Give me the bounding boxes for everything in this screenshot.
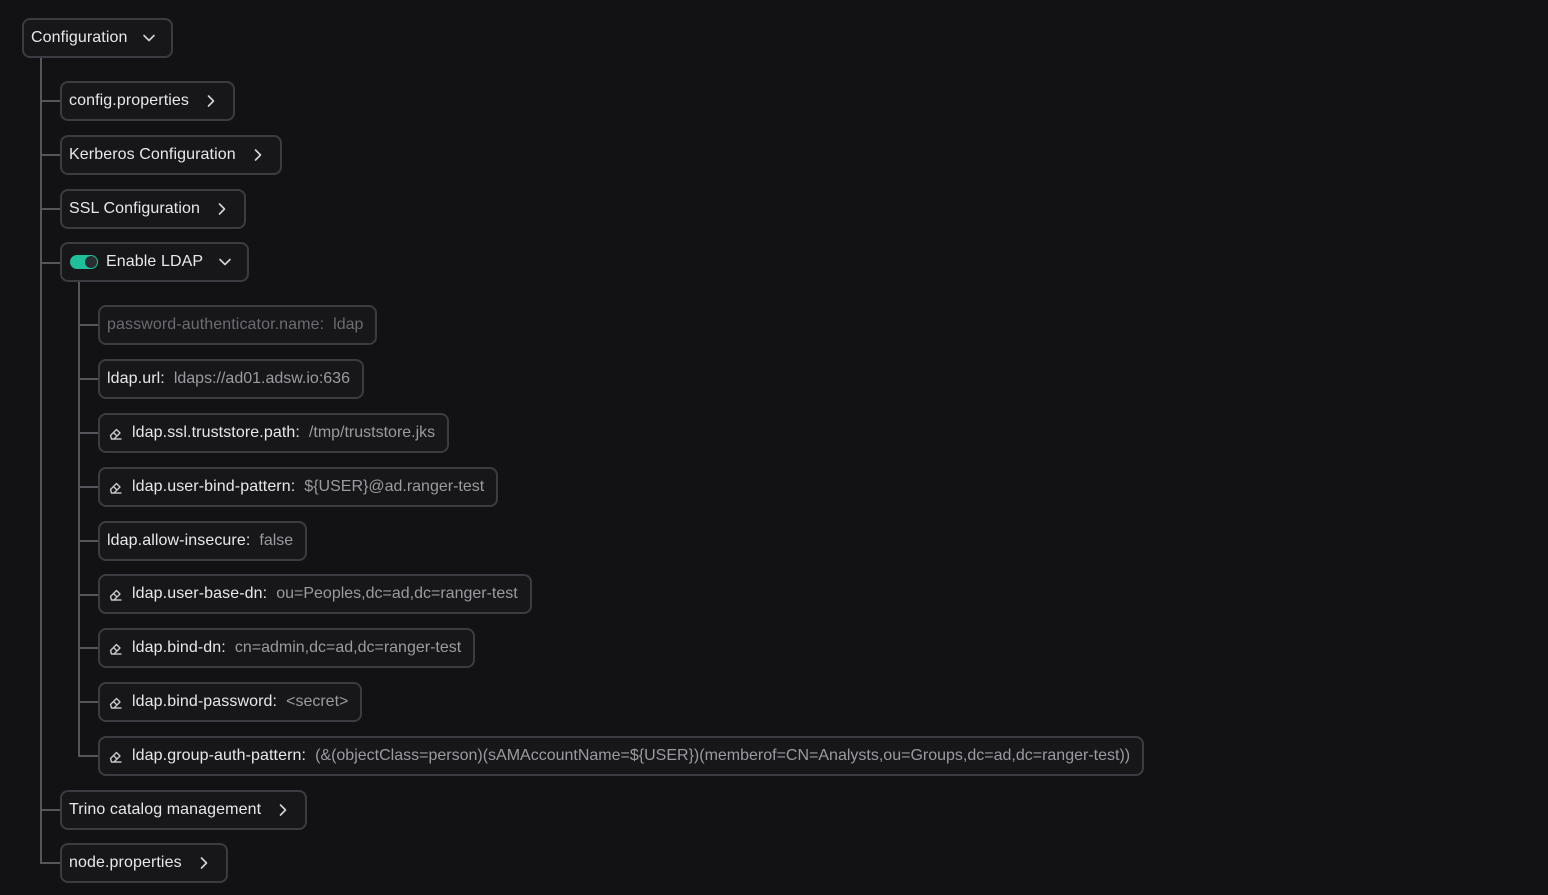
kerberos-configuration-label: Kerberos Configuration	[69, 146, 236, 163]
ldap-property-user-bind-pattern[interactable]: ldap.user-bind-pattern: ${USER}@ad.range…	[98, 467, 499, 507]
ldap-property-url[interactable]: ldap.url: ldaps://ad01.adsw.io:636	[98, 359, 364, 399]
chevron-down-icon	[139, 28, 159, 48]
tree-branch	[40, 208, 61, 210]
property-value: false	[259, 532, 294, 549]
tree-branch	[78, 486, 99, 488]
ssl-configuration-node[interactable]: SSL Configuration	[60, 189, 246, 229]
property-value: ou=Peoples,dc=ad,dc=ranger-test	[276, 585, 518, 602]
property-value: <secret>	[286, 693, 349, 710]
property-value: ldap	[333, 316, 364, 333]
trino-catalog-management-label: Trino catalog management	[69, 801, 262, 818]
property-value: ldaps://ad01.adsw.io:636	[173, 370, 350, 387]
tree-branch	[78, 324, 99, 326]
property-key: password-authenticator.name:	[107, 316, 325, 333]
ldap-property-bind-password[interactable]: ldap.bind-password: <secret>	[98, 682, 363, 722]
ldap-property-truststore-path[interactable]: ldap.ssl.truststore.path: /tmp/truststor…	[98, 413, 450, 453]
configuration-label: Configuration	[31, 29, 128, 46]
tree-branch	[78, 755, 99, 757]
property-key: ldap.user-bind-pattern:	[132, 478, 296, 495]
ldap-property-bind-dn[interactable]: ldap.bind-dn: cn=admin,dc=ad,dc=ranger-t…	[98, 628, 476, 668]
property-key: ldap.bind-password:	[132, 693, 278, 710]
eraser-icon[interactable]	[107, 639, 125, 657]
eraser-icon[interactable]	[107, 747, 125, 765]
ldap-toggle-switch[interactable]	[70, 255, 98, 269]
chevron-right-icon	[273, 800, 293, 820]
tree-branch	[40, 100, 61, 102]
tree-branch	[78, 701, 99, 703]
chevron-right-icon	[194, 853, 214, 873]
property-key: ldap.user-base-dn:	[132, 585, 268, 602]
ldap-property-group-auth-pattern[interactable]: ldap.group-auth-pattern: (&(objectClass=…	[98, 736, 1145, 776]
property-key: ldap.allow-insecure:	[107, 532, 251, 549]
ldap-property-user-base-dn[interactable]: ldap.user-base-dn: ou=Peoples,dc=ad,dc=r…	[98, 574, 532, 614]
tree-branch	[78, 432, 99, 434]
tree-branch	[40, 809, 61, 811]
node-properties-node[interactable]: node.properties	[60, 843, 228, 883]
ldap-property-allow-insecure[interactable]: ldap.allow-insecure: false	[98, 521, 308, 561]
tree-branch	[78, 378, 99, 380]
tree-branch	[78, 647, 99, 649]
toggle-knob	[85, 256, 97, 268]
eraser-icon[interactable]	[107, 478, 125, 496]
tree-line-ldap	[78, 281, 80, 756]
config-properties-label: config.properties	[69, 92, 189, 109]
tree-branch	[78, 594, 99, 596]
ldap-property-password-authenticator: password-authenticator.name: ldap	[98, 305, 378, 345]
ssl-configuration-label: SSL Configuration	[69, 200, 200, 217]
tree-branch	[40, 154, 61, 156]
eraser-icon[interactable]	[107, 585, 125, 603]
property-value: /tmp/truststore.jks	[308, 424, 436, 441]
node-properties-label: node.properties	[69, 854, 182, 871]
property-value: cn=admin,dc=ad,dc=ranger-test	[234, 639, 462, 656]
property-key: ldap.bind-dn:	[132, 639, 226, 656]
property-key: ldap.group-auth-pattern:	[132, 747, 307, 764]
chevron-right-icon	[201, 91, 221, 111]
kerberos-configuration-node[interactable]: Kerberos Configuration	[60, 135, 282, 175]
eraser-icon[interactable]	[107, 424, 125, 442]
enable-ldap-label: Enable LDAP	[106, 253, 204, 270]
trino-catalog-management-node[interactable]: Trino catalog management	[60, 790, 308, 830]
chevron-down-icon	[215, 252, 235, 272]
property-key: ldap.url:	[107, 370, 165, 387]
property-value: (&(objectClass=person)(sAMAccountName=${…	[315, 747, 1131, 764]
tree-branch	[40, 262, 61, 264]
config-properties-node[interactable]: config.properties	[60, 81, 235, 121]
property-key: ldap.ssl.truststore.path:	[132, 424, 300, 441]
enable-ldap-node[interactable]: Enable LDAP	[60, 242, 250, 282]
configuration-tree: Configuration config.properties Kerberos…	[0, 0, 1548, 895]
property-value: ${USER}@ad.ranger-test	[304, 478, 485, 495]
chevron-right-icon	[248, 145, 268, 165]
eraser-icon[interactable]	[107, 693, 125, 711]
configuration-node[interactable]: Configuration	[22, 18, 174, 58]
tree-branch	[40, 862, 61, 864]
tree-line-root	[40, 57, 42, 863]
tree-branch	[78, 540, 99, 542]
chevron-right-icon	[212, 199, 232, 219]
